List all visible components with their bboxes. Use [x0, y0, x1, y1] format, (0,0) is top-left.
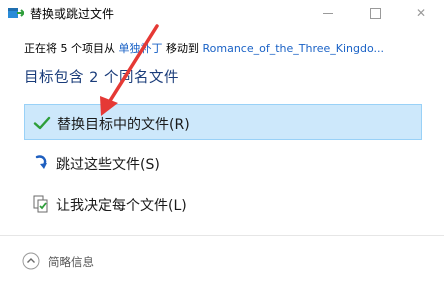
footer-divider	[0, 235, 444, 236]
replace-files-option[interactable]: 替换目标中的文件(R)	[24, 104, 422, 140]
decide-each-file-label: 让我决定每个文件(L)	[56, 198, 187, 214]
checkmark-icon	[33, 116, 51, 130]
fewer-details-label: 简略信息	[48, 255, 94, 269]
decide-files-icon	[33, 195, 48, 213]
replace-files-label: 替换目标中的文件(R)	[57, 117, 190, 133]
close-icon: ✕	[415, 6, 427, 20]
move-info-line: 正在将 5 个项目从 单独补丁 移动到 Romance_of_the_Three…	[24, 40, 384, 56]
skip-arrow-icon	[35, 155, 47, 169]
window-title: 替换或跳过文件	[30, 7, 115, 21]
destination-folder-link[interactable]: Romance_of_the_Three_Kingdo...	[203, 42, 385, 55]
conflict-heading: 目标包含 2 个同名文件	[24, 70, 179, 86]
title-bar: 替换或跳过文件 ✕	[0, 0, 444, 26]
close-button[interactable]: ✕	[398, 0, 444, 26]
skip-files-option[interactable]: 跳过这些文件(S)	[24, 145, 422, 181]
maximize-button[interactable]	[352, 0, 398, 26]
minimize-icon	[323, 13, 333, 14]
chevron-up-icon	[22, 252, 40, 270]
decide-each-file-option[interactable]: 让我决定每个文件(L)	[24, 186, 422, 222]
folder-move-icon	[8, 8, 24, 18]
info-middle: 移动到	[162, 42, 203, 55]
maximize-icon	[369, 8, 381, 19]
info-prefix: 正在将 5 个项目从	[24, 42, 119, 55]
source-folder-link[interactable]: 单独补丁	[119, 42, 163, 55]
skip-files-label: 跳过这些文件(S)	[56, 157, 160, 173]
minimize-button[interactable]	[305, 0, 351, 26]
